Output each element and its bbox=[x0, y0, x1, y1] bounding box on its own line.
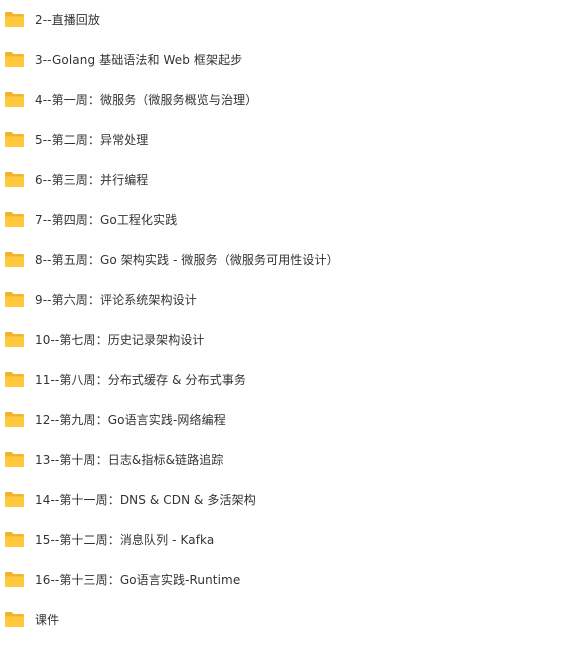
folder-icon bbox=[4, 131, 25, 148]
folder-icon bbox=[4, 211, 25, 228]
folder-name: 10--第七周：历史记录架构设计 bbox=[35, 333, 205, 347]
folder-row[interactable]: 8--第五周：Go 架构实践 - 微服务（微服务可用性设计） bbox=[0, 240, 579, 280]
folder-icon bbox=[4, 611, 25, 628]
folder-icon bbox=[4, 451, 25, 468]
folder-icon bbox=[4, 571, 25, 588]
folder-row[interactable]: 13--第十周：日志&指标&链路追踪 bbox=[0, 440, 579, 480]
folder-icon bbox=[4, 291, 25, 308]
folder-icon bbox=[4, 11, 25, 28]
folder-name: 16--第十三周：Go语言实践-Runtime bbox=[35, 573, 241, 587]
folder-row[interactable]: 课件 bbox=[0, 600, 579, 640]
folder-icon bbox=[4, 51, 25, 68]
folder-name: 14--第十一周：DNS & CDN & 多活架构 bbox=[35, 493, 256, 507]
folder-row[interactable]: 6--第三周：并行编程 bbox=[0, 160, 579, 200]
folder-name: 5--第二周：异常处理 bbox=[35, 133, 149, 147]
folder-icon bbox=[4, 171, 25, 188]
folder-name: 15--第十二周：消息队列 - Kafka bbox=[35, 533, 215, 547]
folder-name: 7--第四周：Go工程化实践 bbox=[35, 213, 178, 227]
folder-name: 4--第一周：微服务（微服务概览与治理） bbox=[35, 93, 258, 107]
folder-row[interactable]: 12--第九周：Go语言实践-网络编程 bbox=[0, 400, 579, 440]
folder-row[interactable]: 10--第七周：历史记录架构设计 bbox=[0, 320, 579, 360]
folder-icon bbox=[4, 251, 25, 268]
folder-name: 11--第八周：分布式缓存 & 分布式事务 bbox=[35, 373, 247, 387]
folder-icon bbox=[4, 371, 25, 388]
folder-name: 13--第十周：日志&指标&链路追踪 bbox=[35, 453, 224, 467]
folder-icon bbox=[4, 331, 25, 348]
folder-row[interactable]: 7--第四周：Go工程化实践 bbox=[0, 200, 579, 240]
folder-row[interactable]: 15--第十二周：消息队列 - Kafka bbox=[0, 520, 579, 560]
folder-icon bbox=[4, 411, 25, 428]
folder-name: 9--第六周：评论系统架构设计 bbox=[35, 293, 197, 307]
folder-name: 8--第五周：Go 架构实践 - 微服务（微服务可用性设计） bbox=[35, 253, 339, 267]
folder-row[interactable]: 2--直播回放 bbox=[0, 0, 579, 40]
folder-name: 课件 bbox=[35, 613, 60, 627]
folder-name: 2--直播回放 bbox=[35, 13, 100, 27]
folder-row[interactable]: 14--第十一周：DNS & CDN & 多活架构 bbox=[0, 480, 579, 520]
folder-icon bbox=[4, 491, 25, 508]
folder-name: 3--Golang 基础语法和 Web 框架起步 bbox=[35, 53, 243, 67]
folder-row[interactable]: 3--Golang 基础语法和 Web 框架起步 bbox=[0, 40, 579, 80]
folder-name: 12--第九周：Go语言实践-网络编程 bbox=[35, 413, 226, 427]
folder-row[interactable]: 5--第二周：异常处理 bbox=[0, 120, 579, 160]
folder-row[interactable]: 11--第八周：分布式缓存 & 分布式事务 bbox=[0, 360, 579, 400]
folder-name: 6--第三周：并行编程 bbox=[35, 173, 149, 187]
folder-icon bbox=[4, 531, 25, 548]
folder-row[interactable]: 4--第一周：微服务（微服务概览与治理） bbox=[0, 80, 579, 120]
folder-icon bbox=[4, 91, 25, 108]
folder-row[interactable]: 9--第六周：评论系统架构设计 bbox=[0, 280, 579, 320]
folder-row[interactable]: 16--第十三周：Go语言实践-Runtime bbox=[0, 560, 579, 600]
